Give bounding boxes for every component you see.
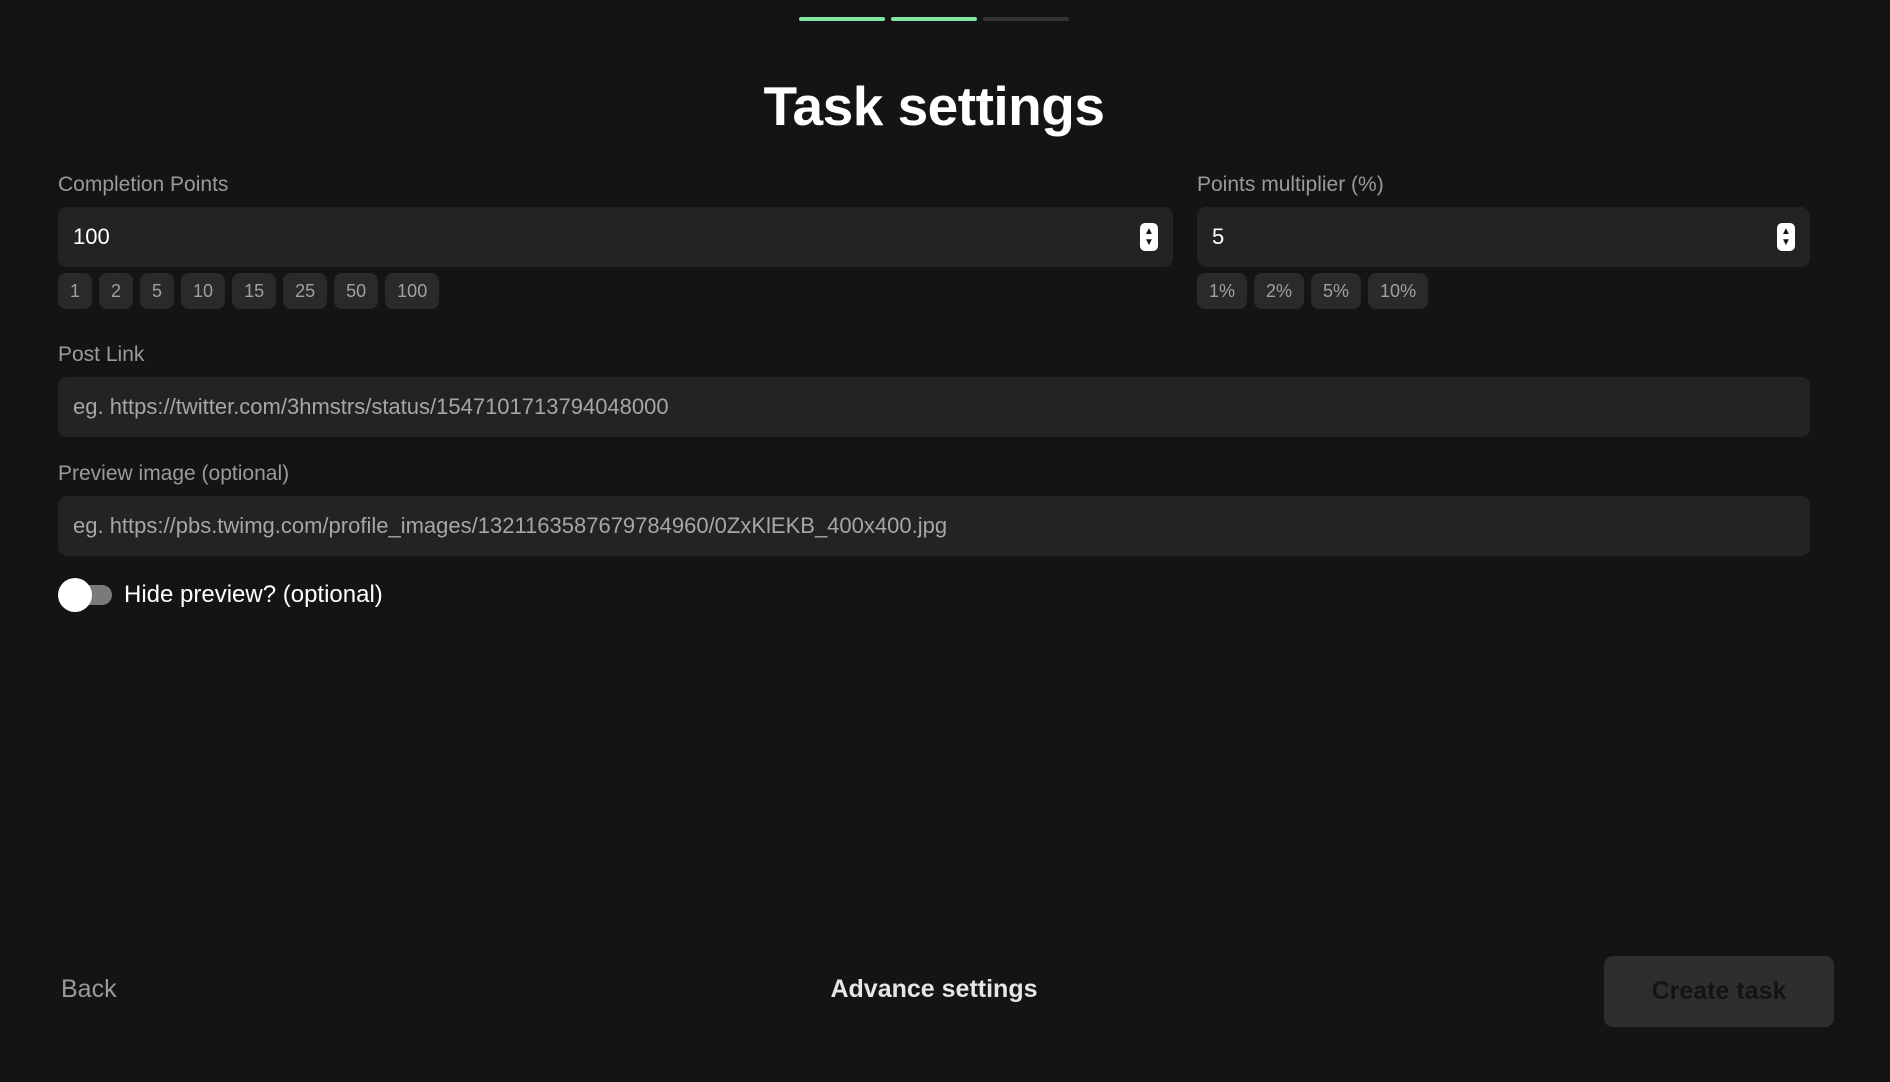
multiplier-preset-chip[interactable]: 2% bbox=[1254, 273, 1305, 309]
points-multiplier-stepper[interactable]: ▲ ▼ bbox=[1777, 223, 1795, 251]
multiplier-preset-chip[interactable]: 1% bbox=[1197, 273, 1248, 309]
advance-settings-link[interactable]: Advance settings bbox=[830, 975, 1037, 1003]
back-button[interactable]: Back bbox=[61, 975, 117, 1004]
progress-steps bbox=[799, 17, 1069, 21]
multiplier-preset-chip[interactable]: 5% bbox=[1311, 273, 1362, 309]
points-preset-chip[interactable]: 50 bbox=[334, 273, 379, 309]
post-link-field bbox=[58, 377, 1810, 437]
hide-preview-label: Hide preview? (optional) bbox=[124, 581, 383, 608]
points-multiplier-input[interactable] bbox=[1212, 224, 1777, 250]
points-preset-chip[interactable]: 1 bbox=[58, 273, 93, 309]
toggle-knob bbox=[58, 578, 92, 612]
points-multiplier-presets: 1% 2% 5% 10% bbox=[1197, 273, 1429, 309]
chevron-up-icon[interactable]: ▲ bbox=[1144, 226, 1154, 237]
preview-image-input[interactable] bbox=[73, 513, 1795, 539]
create-task-button[interactable]: Create task bbox=[1604, 956, 1834, 1027]
multiplier-preset-chip[interactable]: 10% bbox=[1368, 273, 1429, 309]
progress-step-2 bbox=[891, 17, 977, 21]
progress-step-1 bbox=[799, 17, 885, 21]
hide-preview-row: Hide preview? (optional) bbox=[58, 578, 383, 612]
chevron-up-icon[interactable]: ▲ bbox=[1781, 226, 1791, 237]
points-multiplier-field: ▲ ▼ bbox=[1197, 207, 1810, 267]
hide-preview-toggle[interactable] bbox=[58, 578, 112, 612]
points-preset-chip[interactable]: 5 bbox=[140, 273, 175, 309]
post-link-input[interactable] bbox=[73, 394, 1795, 420]
completion-points-stepper[interactable]: ▲ ▼ bbox=[1140, 223, 1158, 251]
post-link-label: Post Link bbox=[58, 343, 145, 366]
preview-image-field bbox=[58, 496, 1810, 556]
completion-points-label: Completion Points bbox=[58, 173, 229, 196]
chevron-down-icon[interactable]: ▼ bbox=[1144, 237, 1154, 248]
completion-points-presets: 1 2 5 10 15 25 50 100 bbox=[58, 273, 440, 309]
page-title: Task settings bbox=[763, 75, 1105, 137]
points-preset-chip[interactable]: 2 bbox=[99, 273, 134, 309]
progress-step-3 bbox=[983, 17, 1069, 21]
points-preset-chip[interactable]: 15 bbox=[232, 273, 277, 309]
points-preset-chip[interactable]: 100 bbox=[385, 273, 440, 309]
points-preset-chip[interactable]: 10 bbox=[181, 273, 226, 309]
points-preset-chip[interactable]: 25 bbox=[283, 273, 328, 309]
completion-points-field: ▲ ▼ bbox=[58, 207, 1173, 267]
completion-points-input[interactable] bbox=[73, 224, 1140, 250]
advance-settings-container: Advance settings bbox=[0, 975, 1868, 1004]
preview-image-label: Preview image (optional) bbox=[58, 462, 290, 485]
points-multiplier-label: Points multiplier (%) bbox=[1197, 173, 1384, 196]
chevron-down-icon[interactable]: ▼ bbox=[1781, 237, 1791, 248]
task-settings-page: Task settings Completion Points ▲ ▼ 1 2 … bbox=[0, 0, 1890, 1082]
